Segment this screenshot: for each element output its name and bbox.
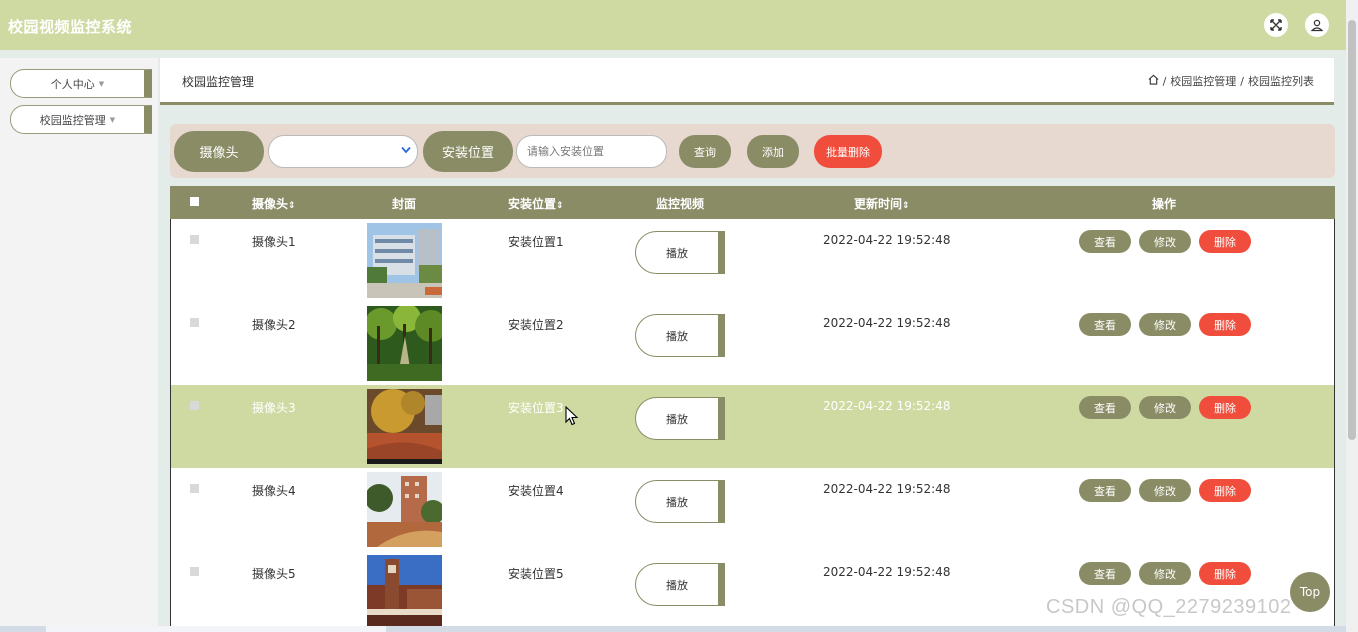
back-to-top-button[interactable]: Top xyxy=(1290,572,1330,612)
breadcrumb-item-monitor[interactable]: 校园监控管理 xyxy=(1170,73,1236,89)
table-row: 摄像头1 安装位置1 播放 2022-04-22 19:52:48 查看 修改 … xyxy=(170,219,1335,303)
play-button[interactable]: 播放 xyxy=(635,231,725,274)
play-button[interactable]: 播放 xyxy=(635,397,725,440)
page-title: 校园监控管理 xyxy=(182,75,255,89)
table-row: 摄像头3 安装位置3 播放 2022-04-22 19:52:48 查看 修改 … xyxy=(170,385,1335,469)
updated-time: 2022-04-22 19:52:48 xyxy=(823,233,951,247)
row-checkbox[interactable] xyxy=(190,567,199,576)
edit-button[interactable]: 修改 xyxy=(1139,562,1191,585)
home-icon[interactable] xyxy=(1148,74,1159,88)
updated-time: 2022-04-22 19:52:48 xyxy=(823,399,951,413)
play-button[interactable]: 播放 xyxy=(635,314,725,357)
row-checkbox[interactable] xyxy=(190,401,199,410)
search-bar: 摄像头 安装位置 查询 添加 批量删除 xyxy=(170,124,1335,178)
location-text: 安装位置2 xyxy=(508,318,564,332)
select-all-checkbox[interactable] xyxy=(190,197,199,206)
scrollbar-thumb[interactable] xyxy=(1348,20,1356,440)
sidebar-item-personal-center[interactable]: 个人中心 ▼ xyxy=(10,69,152,98)
scrollbar-thumb[interactable] xyxy=(46,626,386,632)
edit-button[interactable]: 修改 xyxy=(1139,230,1191,253)
breadcrumb: / 校园监控管理 / 校园监控列表 xyxy=(1148,73,1314,89)
location-input[interactable] xyxy=(516,135,667,168)
table-row: 摄像头2 安装位置2 播放 2022-04-22 19:52:48 查看 修改 … xyxy=(170,302,1335,386)
delete-button[interactable]: 删除 xyxy=(1199,479,1251,502)
content-header: 校园监控管理 / 校园监控管理 / 校园监控列表 xyxy=(160,58,1334,105)
add-button[interactable]: 添加 xyxy=(747,135,799,168)
table-row: 摄像头4 安装位置4 播放 2022-04-22 19:52:48 查看 修改 … xyxy=(170,468,1335,552)
mouse-cursor-icon xyxy=(565,406,579,426)
delete-button[interactable]: 删除 xyxy=(1199,396,1251,419)
table-header: 摄像头⇕ 封面 安装位置⇕ 监控视频 更新时间⇕ 操作 xyxy=(170,186,1335,219)
camera-name: 摄像头4 xyxy=(252,484,296,498)
location-text: 安装位置3 xyxy=(508,401,564,415)
sidebar-item-campus-monitor[interactable]: 校园监控管理 ▼ xyxy=(10,105,152,134)
header-location[interactable]: 安装位置⇕ xyxy=(508,195,564,212)
camera-name: 摄像头2 xyxy=(252,318,296,332)
table-row: 摄像头5 安装位置5 播放 2022-04-22 19:52:48 查看 修改 … xyxy=(170,551,1335,632)
app-title: 校园视频监控系统 xyxy=(8,18,133,36)
top-bar: 校园视频监控系统 xyxy=(0,0,1346,50)
query-button[interactable]: 查询 xyxy=(679,135,731,168)
breadcrumb-item-list: 校园监控列表 xyxy=(1248,75,1314,88)
location-text: 安装位置5 xyxy=(508,567,564,581)
updated-time: 2022-04-22 19:52:48 xyxy=(823,565,951,579)
delete-button[interactable]: 删除 xyxy=(1199,230,1251,253)
view-button[interactable]: 查看 xyxy=(1079,479,1131,502)
view-button[interactable]: 查看 xyxy=(1079,313,1131,336)
view-button[interactable]: 查看 xyxy=(1079,230,1131,253)
edit-button[interactable]: 修改 xyxy=(1139,396,1191,419)
cover-image xyxy=(367,306,442,381)
camera-select[interactable] xyxy=(268,135,418,168)
fullscreen-icon[interactable] xyxy=(1264,13,1288,37)
cover-image xyxy=(367,223,442,298)
updated-time: 2022-04-22 19:52:48 xyxy=(823,316,951,330)
chevron-down-icon xyxy=(401,146,411,157)
updated-time: 2022-04-22 19:52:48 xyxy=(823,482,951,496)
cover-image xyxy=(367,472,442,547)
row-checkbox[interactable] xyxy=(190,235,199,244)
caret-down-icon: ▼ xyxy=(98,79,105,88)
edit-button[interactable]: 修改 xyxy=(1139,313,1191,336)
row-checkbox[interactable] xyxy=(190,484,199,493)
header-actions: 操作 xyxy=(1152,197,1177,211)
cover-image xyxy=(367,389,442,464)
header-cover: 封面 xyxy=(392,197,417,211)
delete-button[interactable]: 删除 xyxy=(1199,562,1251,585)
cover-image xyxy=(367,555,442,630)
edit-button[interactable]: 修改 xyxy=(1139,479,1191,502)
sidebar: 个人中心 ▼ 校园监控管理 ▼ xyxy=(0,58,158,632)
data-table: 摄像头⇕ 封面 安装位置⇕ 监控视频 更新时间⇕ 操作 摄像头1 安装位置1 播… xyxy=(170,186,1335,632)
user-icon[interactable] xyxy=(1305,13,1329,37)
camera-filter-label: 摄像头 xyxy=(174,131,264,172)
watermark: CSDN @QQ_2279239102 xyxy=(1046,596,1292,618)
play-button[interactable]: 播放 xyxy=(635,563,725,606)
location-text: 安装位置1 xyxy=(508,235,564,249)
caret-down-icon: ▼ xyxy=(109,115,116,124)
view-button[interactable]: 查看 xyxy=(1079,562,1131,585)
header-updated[interactable]: 更新时间⇕ xyxy=(854,195,910,212)
header-video: 监控视频 xyxy=(656,197,705,211)
play-button[interactable]: 播放 xyxy=(635,480,725,523)
vertical-scrollbar[interactable] xyxy=(1346,0,1358,632)
horizontal-scrollbar[interactable] xyxy=(0,626,1346,632)
location-filter-label: 安装位置 xyxy=(423,131,513,172)
delete-button[interactable]: 删除 xyxy=(1199,313,1251,336)
camera-name: 摄像头5 xyxy=(252,567,296,581)
header-camera[interactable]: 摄像头⇕ xyxy=(252,195,296,212)
sidebar-item-label: 校园监控管理 xyxy=(39,113,106,127)
location-text: 安装位置4 xyxy=(508,484,564,498)
sidebar-item-label: 个人中心 xyxy=(50,77,95,91)
camera-name: 摄像头1 xyxy=(252,235,296,249)
row-checkbox[interactable] xyxy=(190,318,199,327)
batch-delete-button[interactable]: 批量删除 xyxy=(814,135,882,168)
view-button[interactable]: 查看 xyxy=(1079,396,1131,419)
camera-name: 摄像头3 xyxy=(252,401,296,415)
